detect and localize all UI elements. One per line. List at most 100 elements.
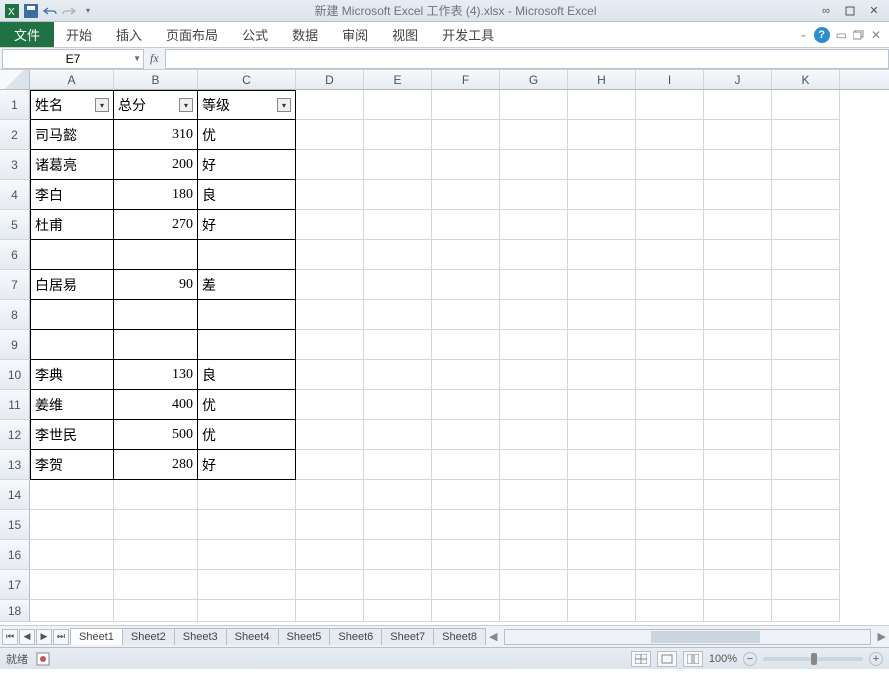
cell[interactable] — [296, 450, 364, 480]
sheet-tab-4[interactable]: Sheet4 — [226, 628, 279, 645]
cell[interactable]: 130 — [114, 360, 198, 390]
col-header-F[interactable]: F — [432, 70, 500, 89]
minimize-icon[interactable]: ∞ — [817, 4, 835, 18]
cell[interactable] — [432, 270, 500, 300]
cell[interactable] — [500, 120, 568, 150]
row-header[interactable]: 2 — [0, 120, 30, 150]
cell[interactable]: 差 — [198, 270, 296, 300]
cell[interactable] — [636, 540, 704, 570]
cell[interactable] — [500, 450, 568, 480]
sheet-tab-1[interactable]: Sheet1 — [70, 628, 123, 645]
tab-data[interactable]: 数据 — [280, 22, 330, 47]
ribbon-close-icon[interactable]: ✕ — [871, 28, 881, 42]
formula-input[interactable] — [165, 49, 889, 69]
cell[interactable]: 姓名▾ — [30, 90, 114, 120]
col-header-D[interactable]: D — [296, 70, 364, 89]
cell[interactable] — [636, 330, 704, 360]
row-header[interactable]: 8 — [0, 300, 30, 330]
cell[interactable] — [364, 450, 432, 480]
cell[interactable] — [568, 150, 636, 180]
cell[interactable] — [636, 180, 704, 210]
sheet-tab-3[interactable]: Sheet3 — [174, 628, 227, 645]
row-header[interactable]: 6 — [0, 240, 30, 270]
cell[interactable] — [636, 570, 704, 600]
cell[interactable] — [296, 420, 364, 450]
cell[interactable]: 好 — [198, 210, 296, 240]
cell[interactable] — [704, 90, 772, 120]
cell[interactable] — [500, 360, 568, 390]
cell[interactable] — [772, 390, 840, 420]
cell[interactable] — [296, 330, 364, 360]
cell[interactable] — [568, 270, 636, 300]
cell[interactable] — [364, 420, 432, 450]
cell[interactable] — [704, 210, 772, 240]
cell[interactable] — [636, 240, 704, 270]
cell[interactable] — [114, 570, 198, 600]
view-page-break-icon[interactable] — [683, 651, 703, 667]
cell[interactable] — [704, 570, 772, 600]
sheet-tab-6[interactable]: Sheet6 — [329, 628, 382, 645]
cell[interactable] — [772, 150, 840, 180]
cell[interactable] — [636, 90, 704, 120]
cell[interactable] — [114, 600, 198, 622]
cell[interactable] — [568, 570, 636, 600]
cell[interactable] — [772, 330, 840, 360]
cell[interactable] — [500, 270, 568, 300]
cell[interactable] — [296, 480, 364, 510]
col-header-E[interactable]: E — [364, 70, 432, 89]
row-header[interactable]: 5 — [0, 210, 30, 240]
cell[interactable]: 500 — [114, 420, 198, 450]
cell[interactable] — [432, 180, 500, 210]
tab-page-layout[interactable]: 页面布局 — [154, 22, 230, 47]
cell[interactable] — [296, 120, 364, 150]
cell[interactable] — [636, 360, 704, 390]
row-header[interactable]: 3 — [0, 150, 30, 180]
minimize-ribbon-icon[interactable]: ⌄ — [799, 29, 807, 40]
cell[interactable] — [364, 300, 432, 330]
cell[interactable] — [636, 510, 704, 540]
name-box-dropdown-icon[interactable]: ▼ — [133, 54, 141, 63]
cell[interactable] — [772, 450, 840, 480]
col-header-J[interactable]: J — [704, 70, 772, 89]
cell[interactable]: 李贺 — [30, 450, 114, 480]
cell[interactable] — [364, 150, 432, 180]
cell[interactable] — [114, 480, 198, 510]
ribbon-restore-icon[interactable] — [853, 30, 865, 40]
cell[interactable] — [296, 540, 364, 570]
row-header[interactable]: 14 — [0, 480, 30, 510]
cell[interactable] — [568, 90, 636, 120]
cell[interactable] — [432, 240, 500, 270]
row-header[interactable]: 4 — [0, 180, 30, 210]
cell[interactable] — [636, 480, 704, 510]
tab-home[interactable]: 开始 — [54, 22, 104, 47]
cell[interactable] — [500, 540, 568, 570]
cell[interactable]: 李典 — [30, 360, 114, 390]
restore-icon[interactable] — [841, 4, 859, 18]
cell[interactable] — [704, 180, 772, 210]
cell[interactable] — [568, 480, 636, 510]
cell[interactable] — [772, 210, 840, 240]
zoom-in-icon[interactable]: + — [869, 652, 883, 666]
cell[interactable] — [636, 150, 704, 180]
cell[interactable]: 好 — [198, 150, 296, 180]
cell[interactable] — [704, 480, 772, 510]
cell[interactable] — [114, 300, 198, 330]
cell[interactable] — [364, 180, 432, 210]
row-header[interactable]: 7 — [0, 270, 30, 300]
cell[interactable]: 90 — [114, 270, 198, 300]
col-header-C[interactable]: C — [198, 70, 296, 89]
cell[interactable] — [296, 150, 364, 180]
cell[interactable] — [432, 600, 500, 622]
cell[interactable]: 良 — [198, 180, 296, 210]
cell[interactable] — [30, 510, 114, 540]
sheet-tab-7[interactable]: Sheet7 — [381, 628, 434, 645]
cell[interactable] — [364, 540, 432, 570]
cell[interactable] — [364, 330, 432, 360]
redo-icon[interactable] — [61, 3, 77, 19]
cell[interactable] — [704, 300, 772, 330]
view-page-layout-icon[interactable] — [657, 651, 677, 667]
cell[interactable]: 好 — [198, 450, 296, 480]
macro-record-icon[interactable] — [36, 652, 50, 666]
row-header[interactable]: 9 — [0, 330, 30, 360]
cell[interactable] — [30, 330, 114, 360]
